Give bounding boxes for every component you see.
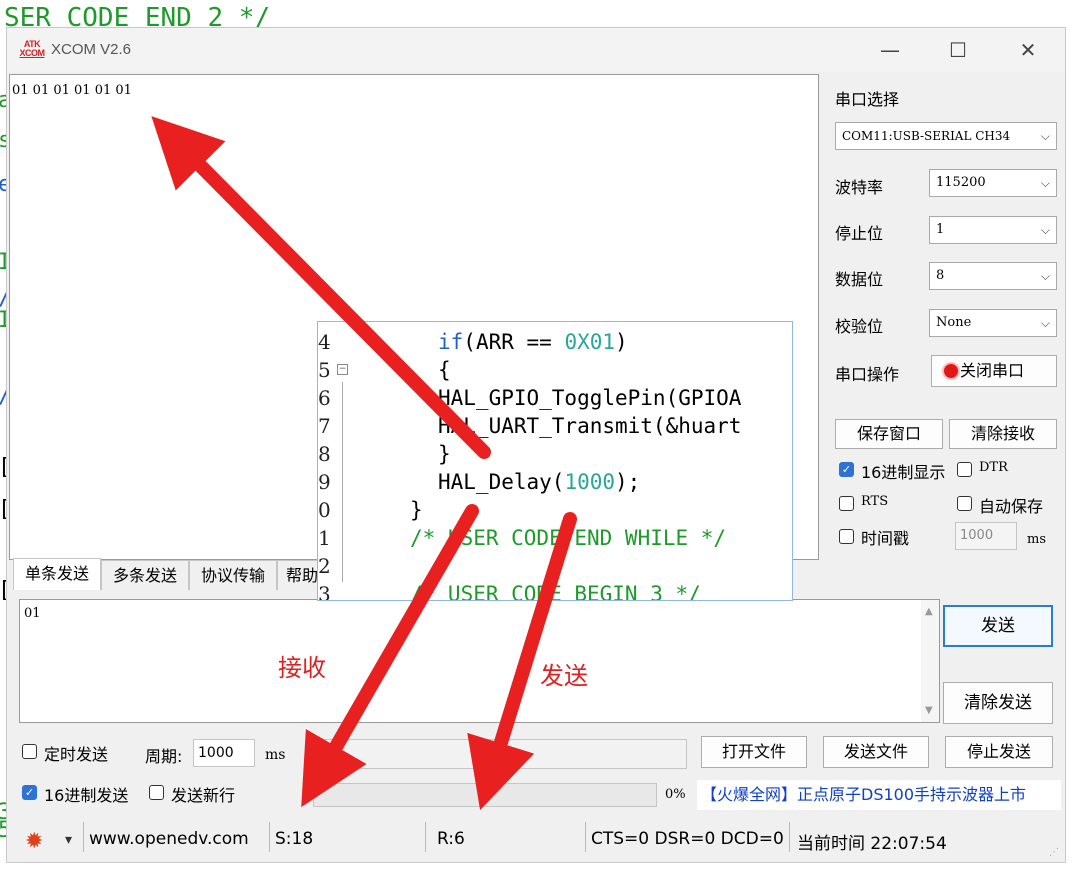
annotation-arrows — [151, 116, 577, 811]
arrow-to-receive-area — [151, 116, 491, 459]
arrow-to-sent-count — [301, 504, 479, 808]
annotation-receive: 接收 — [278, 654, 326, 682]
arrow-to-received-count — [467, 512, 577, 811]
annotation-send: 发送 — [540, 662, 588, 690]
